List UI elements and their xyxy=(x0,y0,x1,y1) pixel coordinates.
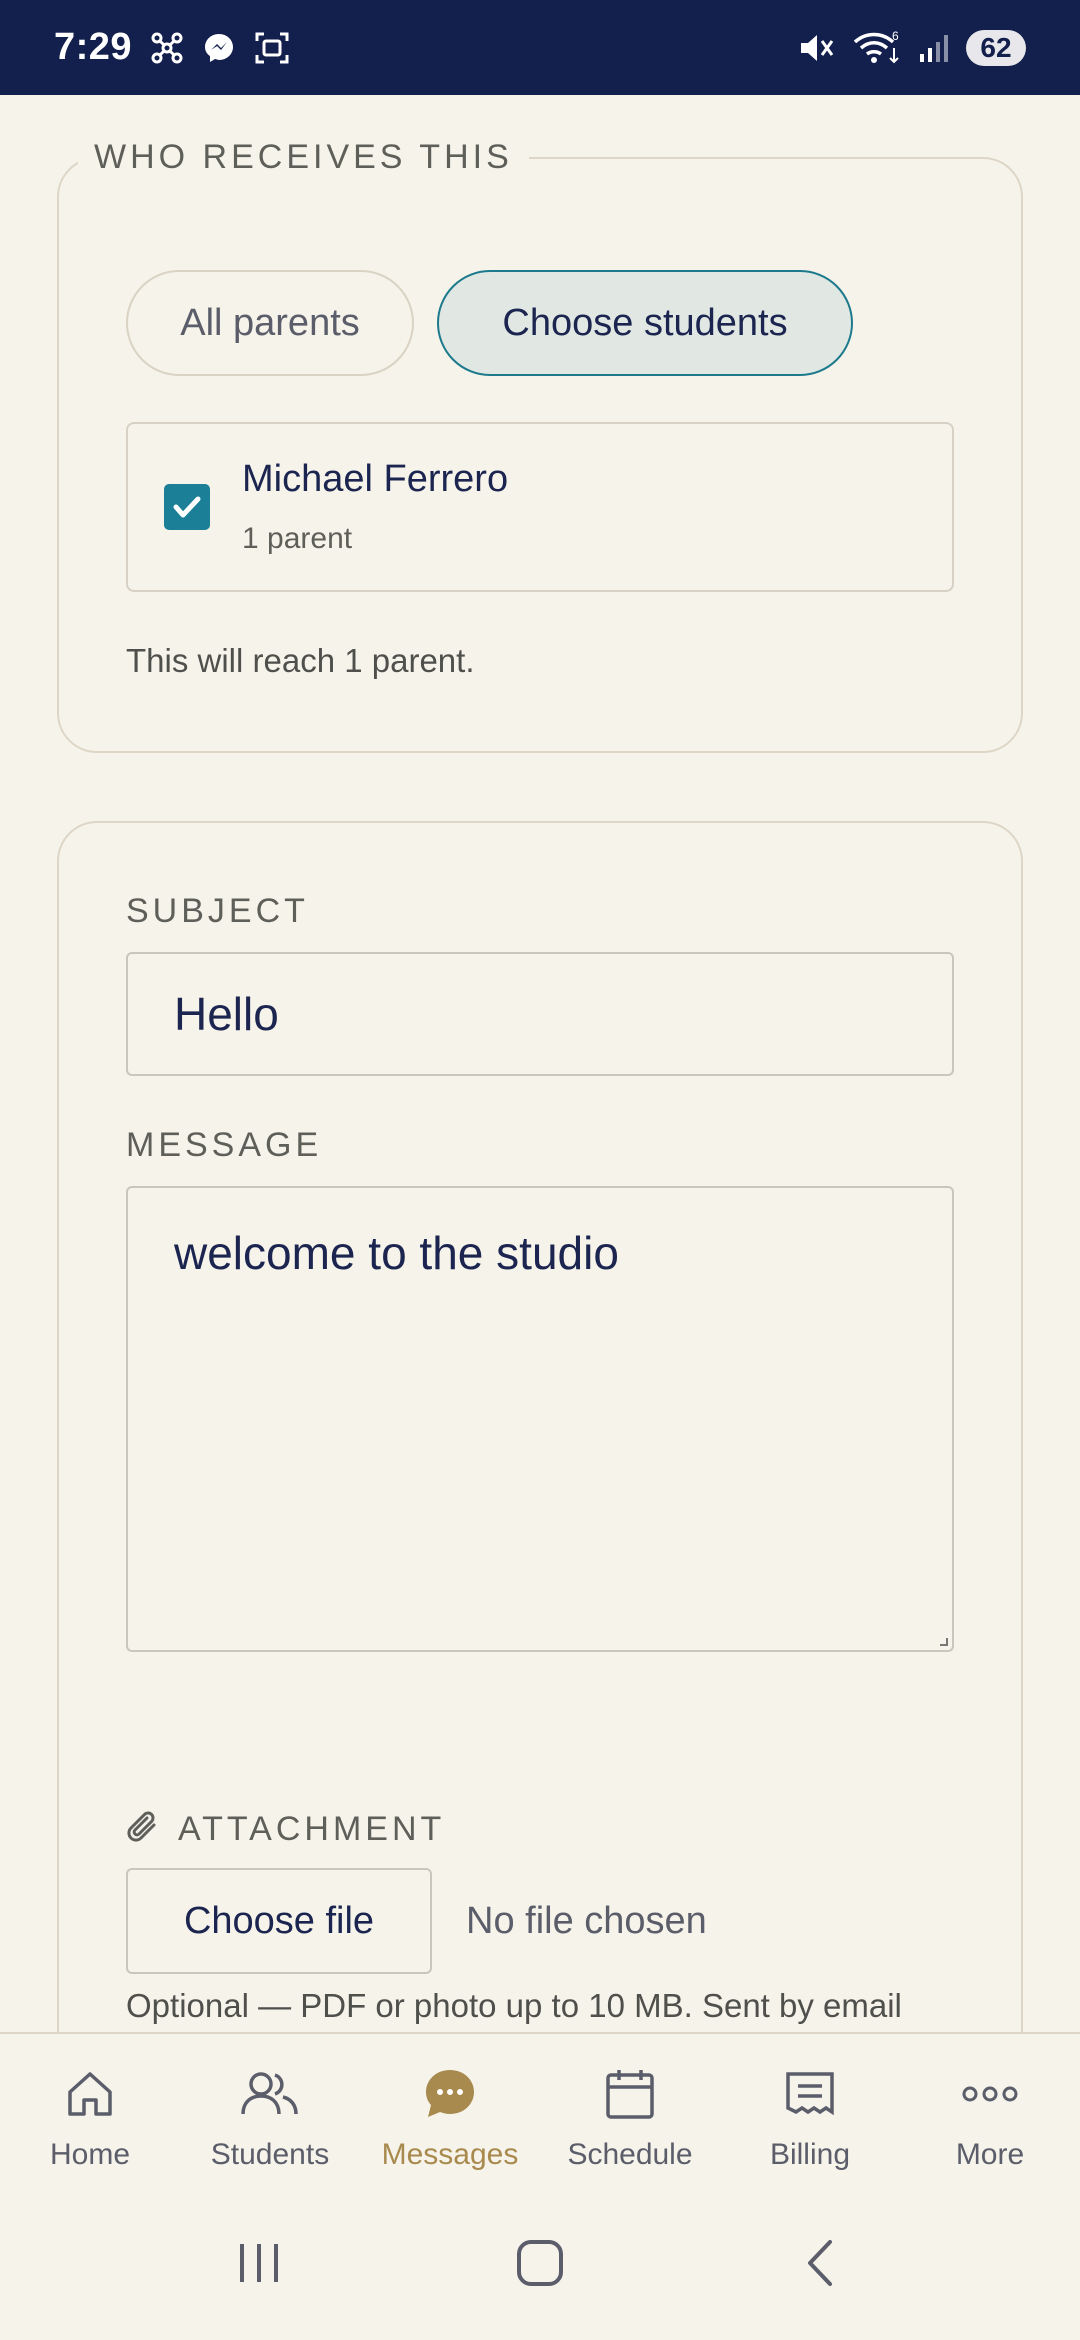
status-time: 7:29 xyxy=(54,26,133,68)
attachment-header: ATTACHMENT xyxy=(126,1807,445,1852)
more-icon xyxy=(961,2064,1019,2124)
system-nav-bar xyxy=(0,2190,1080,2340)
subject-input[interactable]: Hello xyxy=(126,952,954,1076)
message-label: MESSAGE xyxy=(126,1126,323,1164)
nav-messages[interactable]: Messages xyxy=(360,2034,540,2190)
student-parent-count: 1 parent xyxy=(242,522,353,555)
choose-students-option[interactable]: Choose students xyxy=(437,270,853,376)
nav-schedule-label: Schedule xyxy=(567,2138,693,2171)
svg-text:6: 6 xyxy=(892,30,899,43)
app-icon xyxy=(150,31,184,65)
nav-billing-label: Billing xyxy=(769,2138,851,2171)
screenshot-icon xyxy=(254,31,290,65)
mute-icon xyxy=(798,31,836,65)
wifi-icon: 6 xyxy=(852,30,902,66)
students-icon xyxy=(239,2064,301,2124)
recent-apps-icon[interactable] xyxy=(234,2238,284,2293)
attachment-helper-text: Optional — PDF or photo up to 10 MB. Sen… xyxy=(126,1987,902,2024)
choose-file-button[interactable]: Choose file xyxy=(126,1868,432,1974)
scroll-content[interactable]: WHO RECEIVES THIS All parents Choose stu… xyxy=(0,95,1080,2032)
student-name: Michael Ferrero xyxy=(242,458,509,500)
checkmark-icon xyxy=(173,496,201,518)
nav-more-label: More xyxy=(955,2138,1025,2171)
nav-schedule[interactable]: Schedule xyxy=(540,2034,720,2190)
attachment-label: ATTACHMENT xyxy=(178,1810,446,1848)
message-textarea[interactable]: welcome to the studio xyxy=(126,1186,954,1652)
billing-icon xyxy=(784,2064,836,2124)
resize-handle[interactable] xyxy=(940,1638,948,1646)
nav-home-label: Home xyxy=(49,2138,131,2171)
reach-summary: This will reach 1 parent. xyxy=(126,642,475,679)
back-icon[interactable] xyxy=(796,2236,846,2295)
message-text: welcome to the studio xyxy=(174,1227,619,1279)
nav-messages-label: Messages xyxy=(381,2138,519,2171)
student-row[interactable]: Michael Ferrero 1 parent xyxy=(126,422,954,592)
status-bar: 7:29 6 62 xyxy=(0,0,1080,95)
nav-students-label: Students xyxy=(210,2138,330,2171)
calendar-icon xyxy=(604,2064,656,2124)
nav-more[interactable]: More xyxy=(900,2034,1080,2190)
recipients-title: WHO RECEIVES THIS xyxy=(78,139,529,175)
messages-icon xyxy=(423,2064,477,2124)
signal-icon xyxy=(918,32,950,64)
home-icon xyxy=(64,2064,116,2124)
nav-billing[interactable]: Billing xyxy=(720,2034,900,2190)
battery-indicator: 62 xyxy=(966,29,1026,66)
nav-students[interactable]: Students xyxy=(180,2034,360,2190)
paperclip-icon xyxy=(126,1807,162,1852)
bottom-nav: Home Students Messages Schedule Billing … xyxy=(0,2032,1080,2190)
nav-home[interactable]: Home xyxy=(0,2034,180,2190)
student-checkbox[interactable] xyxy=(164,484,210,530)
subject-label: SUBJECT xyxy=(126,892,309,930)
messenger-icon xyxy=(202,31,236,65)
file-status: No file chosen xyxy=(466,1900,707,1942)
home-button-icon[interactable] xyxy=(513,2236,567,2295)
all-parents-option[interactable]: All parents xyxy=(126,270,414,376)
